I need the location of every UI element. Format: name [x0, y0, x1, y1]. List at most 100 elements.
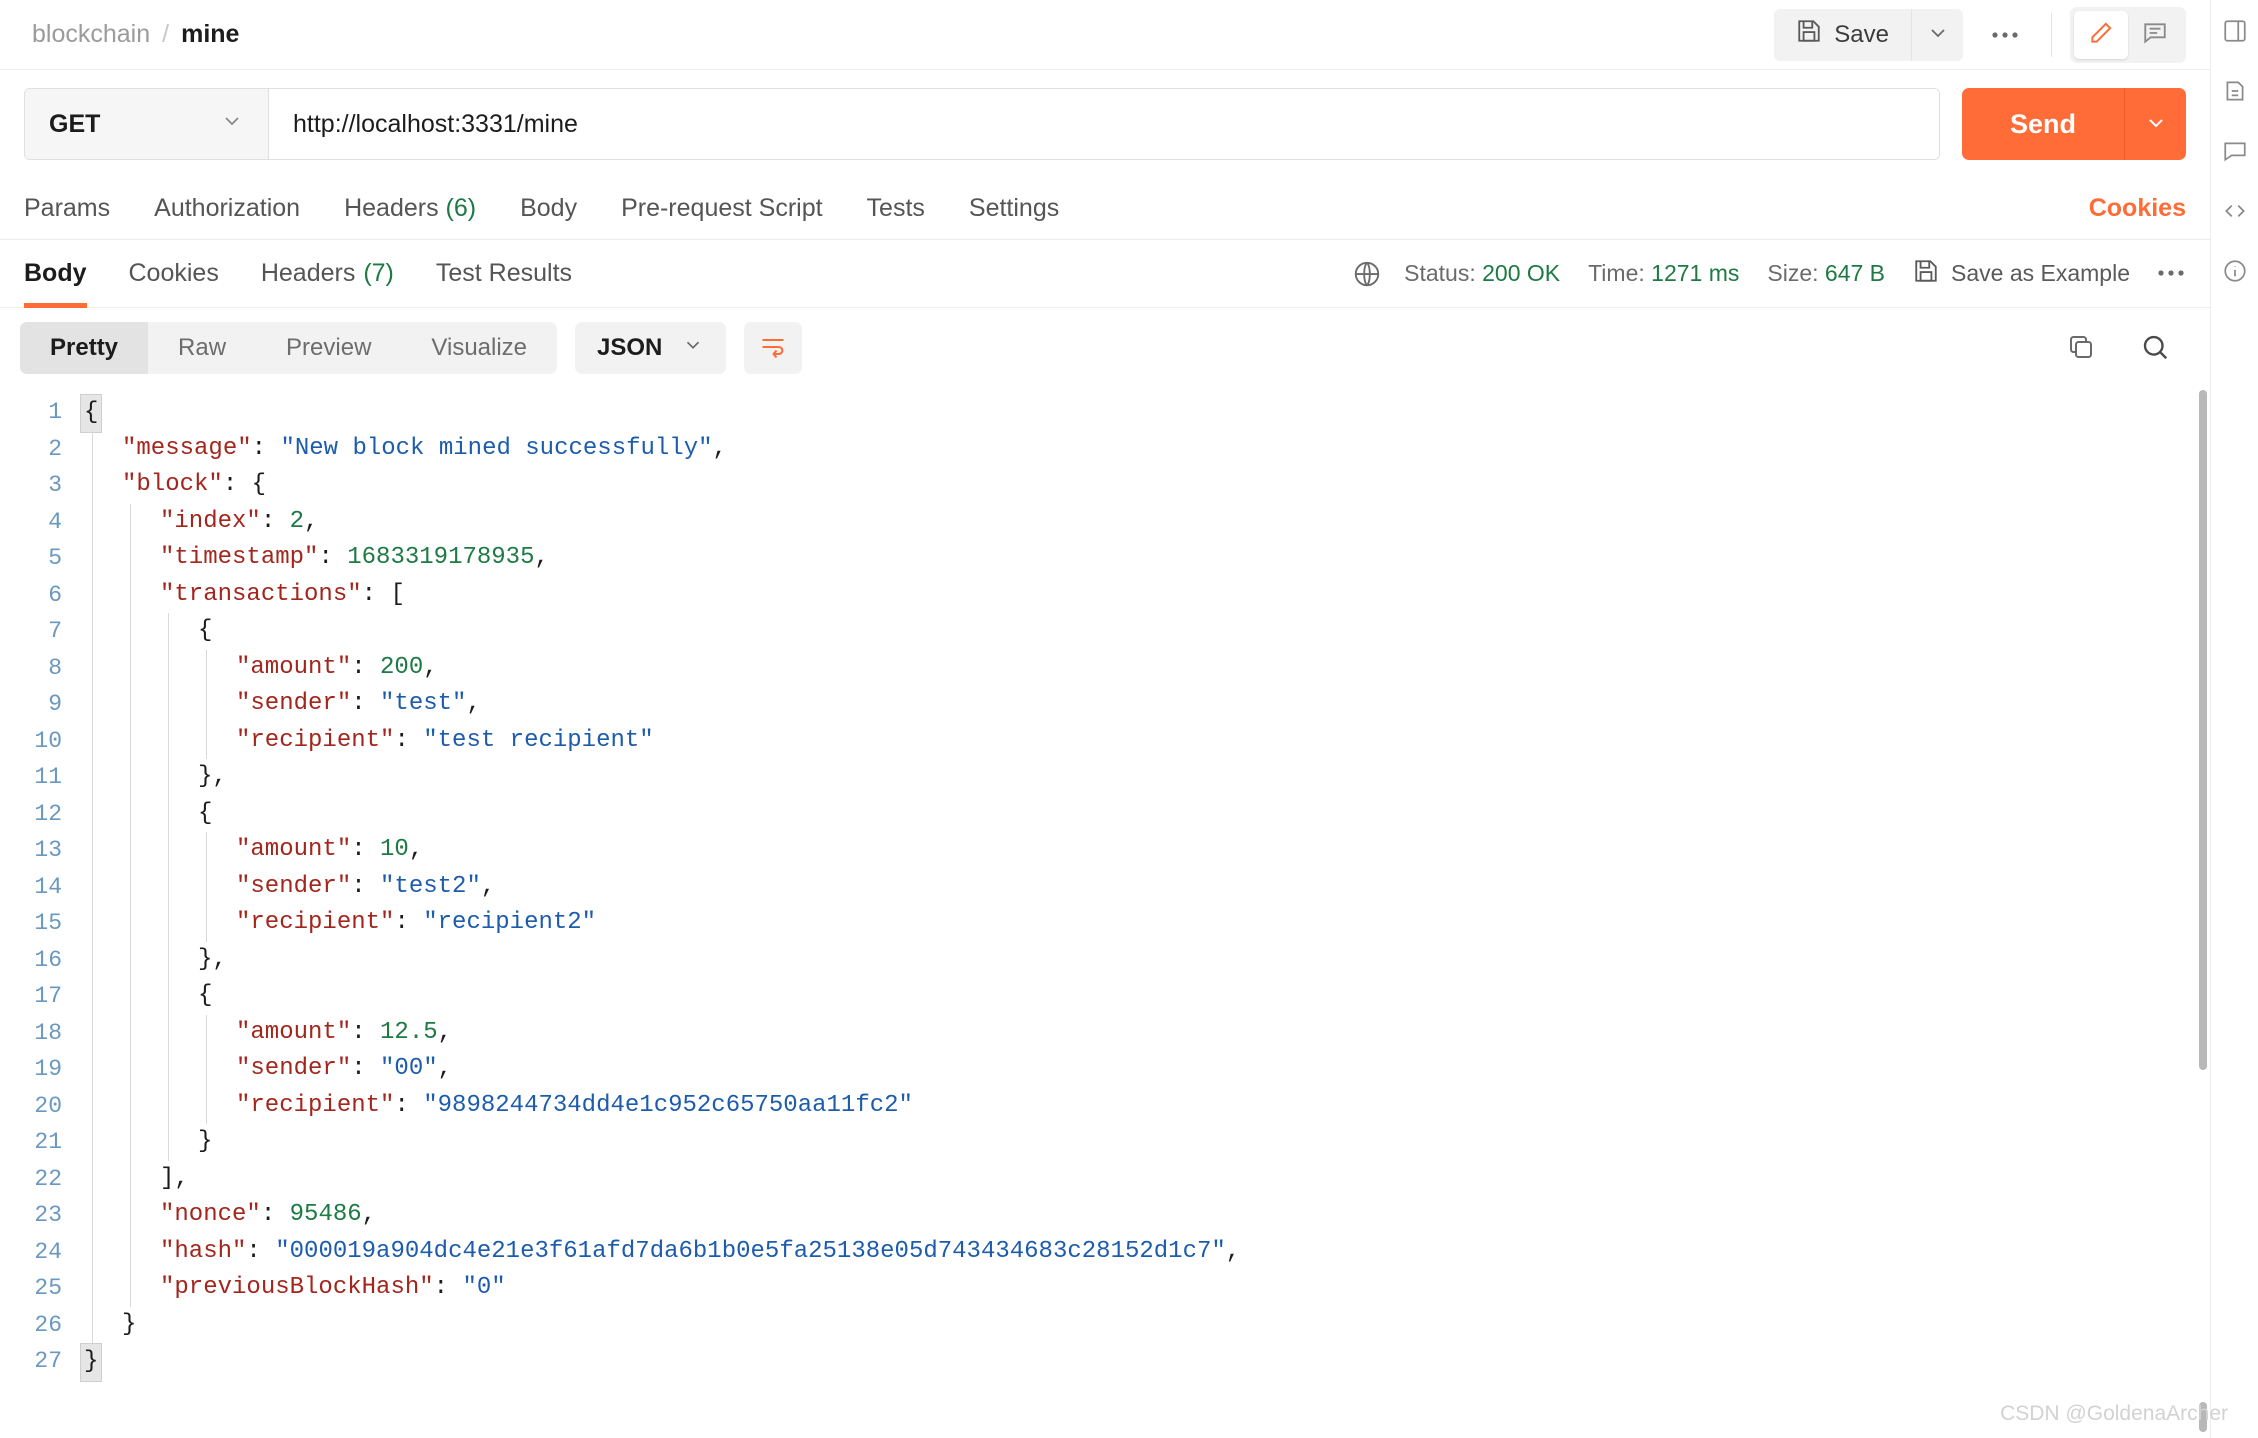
method-selector[interactable]: GET	[25, 89, 269, 159]
line-number: 17	[0, 978, 84, 1015]
code-token: {	[198, 800, 212, 827]
format-tab-raw[interactable]: Raw	[148, 322, 256, 374]
indent-guide	[92, 613, 93, 650]
right-sidebar	[2210, 0, 2258, 1438]
word-wrap-button[interactable]	[744, 322, 802, 374]
line-number: 9	[0, 686, 84, 723]
indent-guide	[168, 613, 169, 650]
code-token: "transactions"	[160, 581, 362, 608]
json-code-block[interactable]: 1{2"message": "New block mined successfu…	[0, 384, 2196, 1380]
code-line: 13"amount": 10,	[0, 832, 2196, 869]
response-tab-headers[interactable]: Headers (7)	[261, 240, 394, 308]
code-line: 11},	[0, 759, 2196, 796]
request-tab-body[interactable]: Body	[520, 194, 577, 223]
response-more-button[interactable]	[2156, 265, 2186, 283]
copy-button[interactable]	[2060, 331, 2102, 366]
format-tab-pretty[interactable]: Pretty	[20, 322, 148, 374]
language-label: JSON	[597, 334, 662, 362]
breadcrumb-request[interactable]: mine	[181, 20, 239, 49]
code-line-content: },	[84, 942, 227, 979]
response-tab-test-results[interactable]: Test Results	[436, 240, 572, 308]
code-line-content: {	[84, 613, 212, 650]
code-token: }	[80, 1343, 102, 1382]
format-tab-preview[interactable]: Preview	[256, 322, 401, 374]
format-tab-visualize[interactable]: Visualize	[401, 322, 557, 374]
indent-guide	[206, 723, 207, 760]
code-vertical-scrollbar[interactable]	[2196, 384, 2210, 1438]
breadcrumb-collection[interactable]: blockchain	[32, 20, 150, 49]
status-value: 200 OK	[1482, 260, 1560, 286]
request-tab-settings[interactable]: Settings	[969, 194, 1059, 223]
code-token: ,	[713, 435, 727, 462]
indent-guide	[92, 540, 93, 577]
code-token: "timestamp"	[160, 544, 318, 571]
request-tab-tests[interactable]: Tests	[867, 194, 925, 223]
code-line: 19"sender": "00",	[0, 1051, 2196, 1088]
url-input[interactable]	[269, 89, 1939, 159]
code-token: : [	[362, 581, 405, 608]
floppy-disk-icon	[1796, 18, 1822, 51]
save-options-button[interactable]	[1911, 9, 1963, 61]
code-line-content: "timestamp": 1683319178935,	[84, 540, 549, 577]
line-number: 6	[0, 577, 84, 614]
line-number: 20	[0, 1088, 84, 1125]
indent-guide	[168, 1088, 169, 1125]
indent-guide	[92, 1161, 93, 1198]
request-tab-params[interactable]: Params	[24, 194, 110, 223]
code-line: 24"hash": "000019a904dc4e21e3f61afd7da6b…	[0, 1234, 2196, 1271]
request-tab-pre-request-script[interactable]: Pre-request Script	[621, 194, 822, 223]
tab-label: Tests	[867, 194, 925, 222]
code-line-content: }	[84, 1343, 102, 1382]
indent-guide	[130, 905, 131, 942]
code-line-content: "sender": "test2",	[84, 869, 495, 906]
format-segmented-control: Pretty Raw Preview Visualize	[20, 322, 557, 374]
breadcrumb: blockchain / mine	[32, 20, 239, 49]
response-tab-body[interactable]: Body	[24, 240, 87, 308]
rail-panel-icon[interactable]	[2222, 18, 2248, 44]
comment-button[interactable]	[2128, 11, 2182, 59]
rail-comments-icon[interactable]	[2222, 138, 2248, 164]
request-tab-headers[interactable]: Headers (6)	[344, 194, 476, 223]
rail-documentation-icon[interactable]	[2222, 78, 2248, 104]
format-toolbar-right	[2060, 331, 2186, 366]
response-tab-cookies[interactable]: Cookies	[129, 240, 219, 308]
code-line: 22],	[0, 1161, 2196, 1198]
chevron-down-icon	[220, 109, 244, 140]
indent-guide	[130, 832, 131, 869]
rail-info-icon[interactable]	[2222, 258, 2248, 284]
save-as-example-label: Save as Example	[1951, 260, 2130, 287]
chevron-down-icon	[1926, 21, 1950, 48]
ellipsis-icon	[2156, 268, 2186, 278]
send-button[interactable]: Send	[1962, 88, 2124, 160]
code-token: "index"	[160, 508, 261, 535]
indent-guide	[168, 723, 169, 760]
indent-guide	[130, 1270, 131, 1307]
code-token: ,	[409, 836, 423, 863]
search-button[interactable]	[2134, 331, 2176, 366]
save-as-example-button[interactable]: Save as Example	[1913, 258, 2130, 290]
language-selector[interactable]: JSON	[575, 322, 726, 374]
indent-guide	[92, 905, 93, 942]
code-line: 1{	[0, 394, 2196, 431]
request-tab-authorization[interactable]: Authorization	[154, 194, 300, 223]
rail-code-icon[interactable]	[2222, 198, 2248, 224]
line-number: 24	[0, 1234, 84, 1271]
request-more-button[interactable]	[1977, 9, 2033, 61]
indent-guide	[130, 942, 131, 979]
tab-label: Headers	[261, 259, 356, 288]
indent-guide	[168, 1015, 169, 1052]
code-token: {	[198, 617, 212, 644]
code-token: 200	[380, 654, 423, 681]
code-line: 7{	[0, 613, 2196, 650]
response-headers-count: (7)	[363, 259, 394, 288]
cookies-link[interactable]: Cookies	[2089, 194, 2186, 223]
indent-guide	[168, 796, 169, 833]
indent-guide	[130, 1234, 131, 1271]
line-number: 21	[0, 1124, 84, 1161]
header-actions: Save	[1774, 7, 2186, 63]
send-options-button[interactable]	[2124, 88, 2186, 160]
save-button[interactable]: Save	[1774, 9, 1911, 61]
code-token: 1683319178935	[347, 544, 534, 571]
edit-mode-button[interactable]	[2074, 11, 2128, 59]
code-token: "test2"	[380, 873, 481, 900]
